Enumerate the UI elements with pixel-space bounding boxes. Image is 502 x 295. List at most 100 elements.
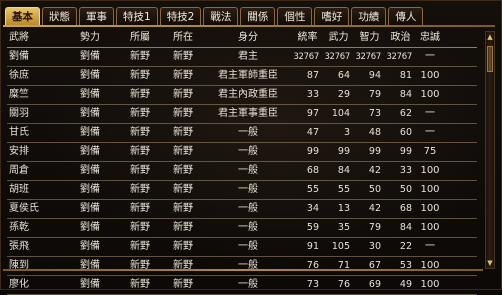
table-row[interactable]: 孫乾 劉備 新野 新野 一般 59 35 79 84 100	[7, 219, 477, 238]
tab-preferences[interactable]: 嗜好	[314, 7, 350, 25]
table-cell: 周倉	[9, 165, 29, 176]
column-header-officer[interactable]: 武將	[7, 29, 61, 47]
column-header-location[interactable]: 所在	[161, 29, 205, 47]
tab-heir[interactable]: 傳人	[388, 7, 424, 25]
scroll-up-arrow-icon[interactable]: ▲	[486, 32, 494, 42]
table-cell: 32767	[355, 52, 381, 62]
tab-tactics[interactable]: 戰法	[203, 7, 239, 25]
table-cell: 新野	[130, 279, 150, 290]
table-cell: 新野	[173, 260, 193, 271]
table-cell: 新野	[130, 127, 150, 138]
table-cell: 新野	[130, 89, 150, 100]
table-cell: 劉備	[80, 108, 100, 119]
table-cell: 新野	[130, 108, 150, 119]
table-row[interactable]: 張飛 劉備 新野 新野 一般 91 105 30 22 一	[7, 238, 477, 257]
table-cell: 29	[337, 89, 350, 100]
table-cell: 91	[306, 241, 319, 252]
tab-military[interactable]: 軍事	[79, 7, 114, 25]
vertical-scrollbar[interactable]: ▲ ▼	[485, 31, 495, 269]
scroll-down-arrow-icon[interactable]: ▼	[486, 258, 494, 268]
table-cell: 49	[399, 279, 412, 290]
table-row[interactable]: 陳到 劉備 新野 新野 一般 76 71 67 53 100	[7, 257, 477, 276]
tab-status[interactable]: 狀態	[42, 7, 77, 25]
column-header-leadership[interactable]: 統率	[291, 29, 322, 47]
table-cell: 55	[337, 184, 350, 195]
officer-list-window: 基本 狀態 軍事 特技1 特技2 戰法 關係 個性 嗜好 功績 傳人 武將 勢力…	[0, 0, 502, 295]
table-cell: 100	[420, 279, 440, 290]
table-cell: 67	[368, 260, 381, 271]
table-row[interactable]: 糜竺 劉備 新野 新野 君主內政重臣 33 29 79 84 100	[7, 86, 477, 105]
table-row[interactable]: 夏侯氏 劉備 新野 新野 一般 34 13 42 68 100	[7, 200, 477, 219]
column-header-status[interactable]: 身分	[205, 29, 291, 47]
table-cell: 新野	[173, 89, 193, 100]
tab-merits[interactable]: 功績	[351, 7, 387, 25]
table-row[interactable]: 甘氏 劉備 新野 新野 一般 47 3 48 60 一	[7, 124, 477, 143]
table-cell: 50	[368, 184, 381, 195]
table-cell: 新野	[130, 241, 150, 252]
tab-relations[interactable]: 關係	[240, 7, 276, 25]
table-row[interactable]: 劉備 劉備 新野 新野 君主 32767 32767 32767 32767 一	[7, 48, 477, 67]
table-row[interactable]: 安排 劉備 新野 新野 一般 99 99 99 99 75	[7, 143, 477, 162]
table-cell: 甘氏	[9, 127, 29, 138]
table-cell: 劉備	[80, 51, 100, 62]
table-cell: 84	[399, 222, 412, 233]
table-cell: 君主	[238, 51, 258, 62]
table-cell: 32767	[324, 52, 350, 62]
table-cell: 68	[306, 165, 319, 176]
tab-skill-2[interactable]: 特技2	[159, 7, 202, 25]
table-cell: 一般	[238, 279, 258, 290]
table-cell: 劉備	[80, 146, 100, 157]
table-row[interactable]: 胡班 劉備 新野 新野 一般 55 55 50 50 100	[7, 181, 477, 200]
table-cell: 新野	[173, 70, 193, 81]
table-row[interactable]: 徐庶 劉備 新野 新野 君主軍師重臣 87 64 94 81 100	[7, 67, 477, 86]
table-cell: 一般	[238, 165, 258, 176]
table-cell: 100	[420, 165, 440, 176]
table-row[interactable]: 廖化 劉備 新野 新野 一般 73 76 69 49 100	[7, 276, 477, 295]
table-cell: 99	[368, 146, 381, 157]
table-cell: 君主軍師重臣	[218, 70, 278, 81]
table-cell: 新野	[173, 146, 193, 157]
table-cell: 79	[368, 222, 381, 233]
table-body: 劉備 劉備 新野 新野 君主 32767 32767 32767 32767 一徐庶 劉備 新野 新野君…	[7, 48, 477, 295]
table-cell: 34	[306, 203, 319, 214]
table-cell: 劉備	[80, 241, 100, 252]
table-cell: 新野	[173, 127, 193, 138]
table-cell: 47	[306, 127, 319, 138]
table-cell: 105	[331, 241, 350, 252]
table-cell: 97	[306, 108, 319, 119]
table-cell: 32767	[293, 52, 319, 62]
table-cell: 一	[425, 241, 435, 252]
table-cell: 一般	[238, 241, 258, 252]
table-cell: 一	[425, 51, 435, 62]
table-cell: 100	[420, 70, 440, 81]
column-header-force[interactable]: 勢力	[61, 29, 119, 47]
column-header-affiliation[interactable]: 所屬	[119, 29, 161, 47]
table-row[interactable]: 關羽 劉備 新野 新野 君主軍事重臣 97 104 73 62 一	[7, 105, 477, 124]
column-header-politics[interactable]: 政治	[384, 29, 415, 47]
tab-basic[interactable]: 基本	[5, 7, 40, 25]
table-cell: 劉備	[80, 279, 100, 290]
table-cell: 新野	[173, 203, 193, 214]
table-cell: 76	[306, 260, 319, 271]
column-header-war[interactable]: 武力	[322, 29, 353, 47]
table-cell: 22	[399, 241, 412, 252]
table-cell: 100	[420, 184, 440, 195]
table-cell: 新野	[173, 279, 193, 290]
table-cell: 新野	[130, 165, 150, 176]
table-cell: 104	[331, 108, 350, 119]
table-bottom-divider	[3, 269, 483, 271]
tab-skill-1[interactable]: 特技1	[116, 7, 158, 25]
table-cell: 87	[306, 70, 319, 81]
table-cell: 一般	[238, 222, 258, 233]
table-cell: 55	[306, 184, 319, 195]
table-cell: 94	[368, 70, 381, 81]
column-header-loyalty[interactable]: 忠誠	[415, 29, 445, 47]
scroll-thumb[interactable]	[487, 46, 493, 72]
tab-personality[interactable]: 個性	[277, 7, 313, 25]
table-cell: 劉備	[80, 165, 100, 176]
table-cell: 13	[337, 203, 350, 214]
table-cell: 一	[425, 127, 435, 138]
table-row[interactable]: 周倉 劉備 新野 新野 一般 68 84 42 33 100	[7, 162, 477, 181]
column-header-intelligence[interactable]: 智力	[353, 29, 384, 47]
table-cell: 71	[337, 260, 350, 271]
